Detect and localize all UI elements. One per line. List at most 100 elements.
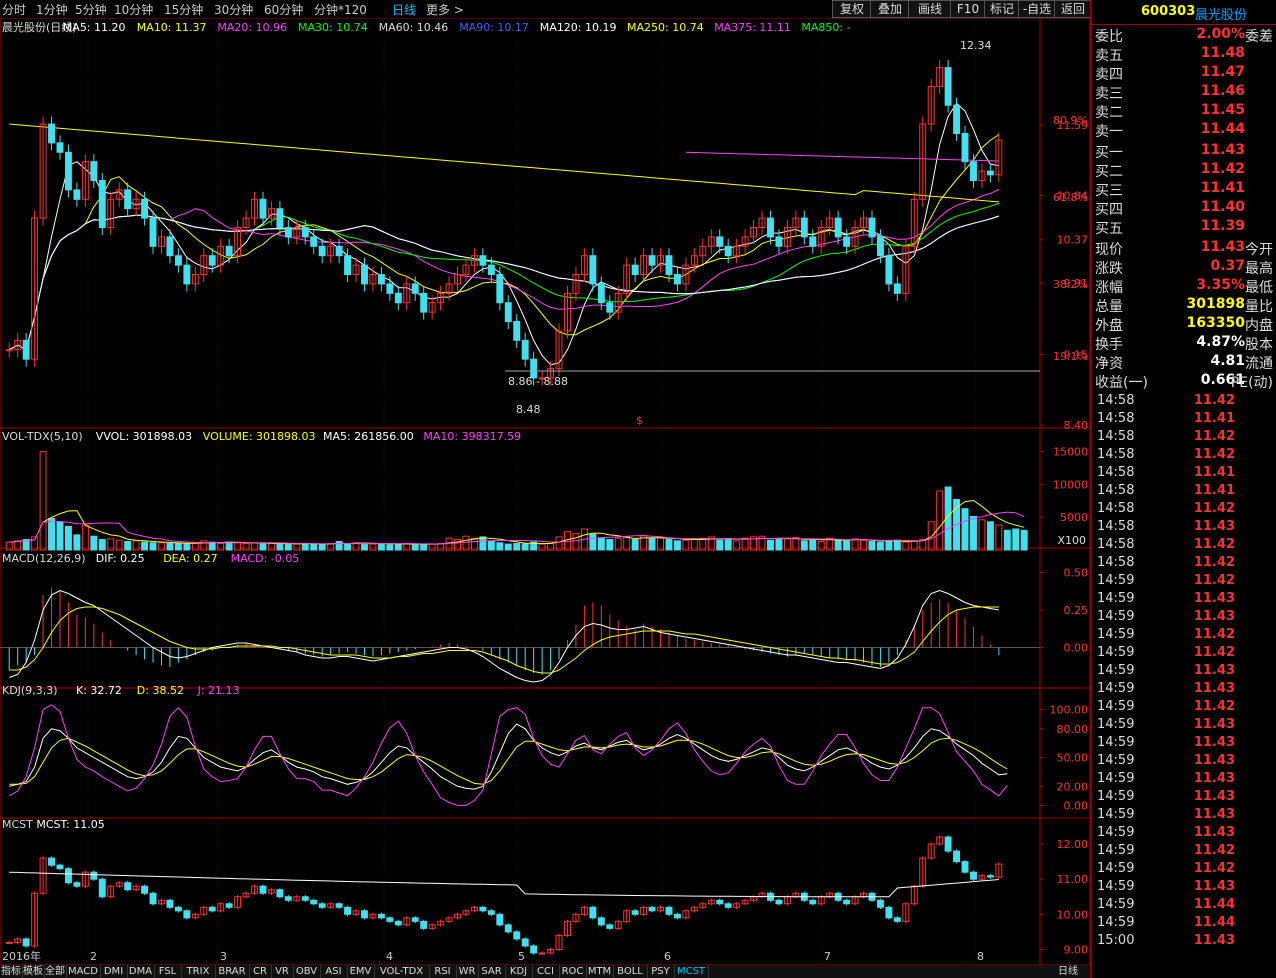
timeframe-分钟*120[interactable]: 分钟*120 xyxy=(314,1,367,18)
tab-TRIX[interactable]: TRIX xyxy=(181,965,216,978)
tab-模板[interactable]: 模板 xyxy=(22,965,45,978)
x-label: 4 xyxy=(386,950,393,963)
ma-line xyxy=(8,214,1000,351)
tab-CR[interactable]: CR xyxy=(249,965,272,978)
period-label[interactable]: 日线 xyxy=(1050,965,1086,978)
tab-DMA[interactable]: DMA xyxy=(127,965,155,978)
kdj-d-line xyxy=(9,737,1008,785)
timeframe-分时[interactable]: 分时 xyxy=(2,1,26,18)
tab-MACD[interactable]: MACD xyxy=(66,965,101,978)
tab-FSL[interactable]: FSL xyxy=(154,965,182,978)
tab-VOL-TDX[interactable]: VOL-TDX xyxy=(374,965,430,978)
pct-tick: 19.1% xyxy=(1053,350,1088,363)
tick-time: 14:59 xyxy=(1097,717,1135,732)
tab-ASI[interactable]: ASI xyxy=(320,965,348,978)
quote-row-label: 涨跌 xyxy=(1095,261,1123,277)
tick-row: 14:59 11.42 xyxy=(1093,699,1275,717)
candle-body xyxy=(420,920,428,929)
x-label: 8 xyxy=(977,950,984,963)
candle-body xyxy=(648,906,656,912)
tab-EMV[interactable]: EMV xyxy=(347,965,375,978)
tick-price: 11.43 xyxy=(1193,681,1235,696)
tab-WR[interactable]: WR xyxy=(456,965,479,978)
volume-bar xyxy=(369,543,377,551)
volume-bar xyxy=(538,543,546,551)
candle-body xyxy=(496,274,504,304)
tab-KDJ[interactable]: KDJ xyxy=(505,965,533,978)
volume-bar xyxy=(961,508,969,551)
tab-PSY[interactable]: PSY xyxy=(647,965,675,978)
tick-price: 11.43 xyxy=(1193,591,1235,606)
volume-bar xyxy=(242,542,250,551)
timeframe-15分钟[interactable]: 15分钟 xyxy=(164,1,203,18)
ma-line xyxy=(685,151,999,162)
timeframe-日线[interactable]: 日线 xyxy=(392,1,416,18)
timeframe-5分钟[interactable]: 5分钟 xyxy=(75,1,107,18)
tab-CCI[interactable]: CCI xyxy=(532,965,560,978)
sell-level-label: 卖三 xyxy=(1095,86,1123,102)
tab-MCST[interactable]: MCST xyxy=(674,965,709,978)
candle-body xyxy=(673,274,681,285)
quote-row-label2: 量比 xyxy=(1245,299,1273,315)
buy-level: 买五 11.39 xyxy=(1093,218,1275,237)
tab-MTM[interactable]: MTM xyxy=(586,965,614,978)
candle-body xyxy=(606,924,614,929)
tab-BRAR[interactable]: BRAR xyxy=(215,965,250,978)
tab-OBV[interactable]: OBV xyxy=(293,965,321,978)
y-tick: 12.00 xyxy=(1057,838,1089,851)
candle-body xyxy=(73,882,81,887)
tab-BOLL[interactable]: BOLL xyxy=(613,965,648,978)
tick-row: 14:58 11.42 xyxy=(1093,555,1275,573)
candle-body xyxy=(961,132,969,163)
candle-body xyxy=(504,924,512,933)
tab-指标[interactable]: 指标 xyxy=(0,965,23,978)
volume-bar xyxy=(1020,529,1028,551)
tick-price: 11.41 xyxy=(1193,465,1235,480)
tab-VR[interactable]: VR xyxy=(271,965,294,978)
volume-bar xyxy=(843,540,851,551)
quote-row-value: 0.37 xyxy=(1210,258,1245,274)
button-画线[interactable]: 画线 xyxy=(908,0,952,18)
y-tick: 15000 xyxy=(1053,446,1088,459)
button-F10[interactable]: F10 xyxy=(950,0,986,18)
tick-price: 11.43 xyxy=(1193,807,1235,822)
y-tick: 0.25 xyxy=(1064,604,1089,617)
chart-area[interactable]: 2016年 2 3 4 5 6 7 8晨光股份(日线)MA5: 11.20 MA10: 11.3… xyxy=(0,0,1090,965)
quote-row-label: 总量 xyxy=(1095,299,1123,315)
ma-label: MA120: 10.19 xyxy=(540,21,617,34)
timeframe-10分钟[interactable]: 10分钟 xyxy=(114,1,153,18)
timeframe-更多 >[interactable]: 更多 > xyxy=(426,1,464,18)
sell-level-label: 卖二 xyxy=(1095,105,1123,121)
tab-DMI[interactable]: DMI xyxy=(100,965,128,978)
candle-body xyxy=(64,868,72,884)
wei-bi-value: 2.00% xyxy=(1196,26,1245,42)
button--自选[interactable]: -自选 xyxy=(1018,0,1056,18)
sell-level: 卖四 11.47 xyxy=(1093,64,1275,83)
wei-bi-label: 委比 xyxy=(1095,29,1123,45)
candle-body xyxy=(90,871,98,880)
candle-body xyxy=(48,857,55,866)
tick-time: 14:58 xyxy=(1097,555,1135,570)
high-annotation: 12.34 xyxy=(960,39,992,52)
tab-SAR[interactable]: SAR xyxy=(478,965,506,978)
vol-label: MA10: 398317.59 xyxy=(423,430,521,443)
tick-row: 14:58 11.42 xyxy=(1093,429,1275,447)
button-叠加[interactable]: 叠加 xyxy=(870,0,910,18)
candle-body xyxy=(166,899,174,908)
candle-body xyxy=(335,245,343,257)
timeframe-30分钟[interactable]: 30分钟 xyxy=(214,1,253,18)
tab-全部[interactable]: 全部 xyxy=(44,965,67,978)
volume-bar xyxy=(521,543,529,551)
mcst-label: MCST: 11.05 xyxy=(36,818,104,831)
button-标记[interactable]: 标记 xyxy=(984,0,1020,18)
timeframe-60分钟[interactable]: 60分钟 xyxy=(264,1,303,18)
tab-ROC[interactable]: ROC xyxy=(559,965,587,978)
x-label: 6 xyxy=(664,950,671,963)
button-返回[interactable]: 返回 xyxy=(1054,0,1092,18)
ma-line xyxy=(8,134,1000,351)
timeframe-1分钟[interactable]: 1分钟 xyxy=(36,1,68,18)
tick-price: 11.43 xyxy=(1193,609,1235,624)
button-复权[interactable]: 复权 xyxy=(832,0,872,18)
tab-RSI[interactable]: RSI xyxy=(429,965,457,978)
tick-row: 14:59 11.43 xyxy=(1093,807,1275,825)
